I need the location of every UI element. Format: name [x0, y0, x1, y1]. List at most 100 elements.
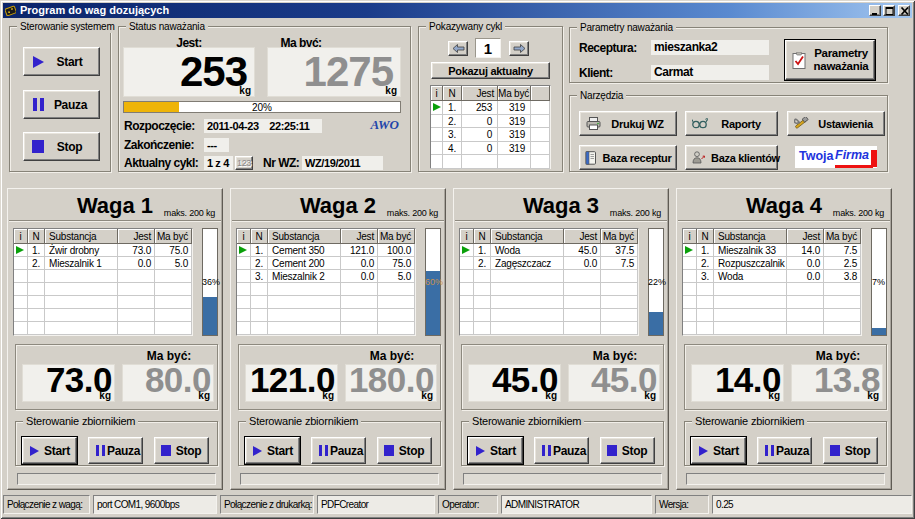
- cycle-col-n[interactable]: N: [443, 86, 462, 101]
- cell-n: [251, 283, 268, 296]
- system-pause-button[interactable]: Pauza: [23, 90, 100, 119]
- col-mabyc[interactable]: Ma być: [155, 229, 192, 244]
- minimize-button[interactable]: [869, 5, 881, 16]
- substances-table[interactable]: i N Substancja Jest Ma być 1. Cement 350…: [236, 228, 416, 336]
- col-n[interactable]: N: [251, 229, 268, 244]
- table-row[interactable]: [14, 309, 192, 322]
- tank-stop-button[interactable]: Stop: [377, 437, 432, 464]
- cycle-col-i[interactable]: i: [431, 86, 443, 101]
- close-button[interactable]: [898, 5, 910, 16]
- table-row[interactable]: 2. Cement 200 0.0 75.0: [237, 257, 415, 270]
- tank-start-button[interactable]: Start: [468, 437, 523, 464]
- col-mabyc[interactable]: Ma być: [601, 229, 638, 244]
- table-row[interactable]: 3. Mieszalnik 2 0.0 5.0: [237, 270, 415, 283]
- cycle-prev-button[interactable]: [448, 41, 468, 56]
- cycle-col-jest[interactable]: Jest: [462, 86, 498, 101]
- table-row[interactable]: [460, 322, 638, 335]
- col-i[interactable]: i: [460, 229, 474, 244]
- table-row[interactable]: [237, 283, 415, 296]
- cell-jest: [564, 322, 601, 335]
- reports-button[interactable]: Raporty: [685, 111, 778, 136]
- substances-table[interactable]: i N Substancja Jest Ma być 1. Mieszalnik…: [682, 228, 862, 336]
- table-row[interactable]: 2. Rozpuszczalnik 0.0 2.5: [683, 257, 861, 270]
- tank-pause-button[interactable]: Pauza: [534, 437, 589, 464]
- tank-pause-button[interactable]: Pauza: [757, 437, 812, 464]
- cell-n: [474, 322, 491, 335]
- col-substancja[interactable]: Substancja: [714, 229, 787, 244]
- table-row[interactable]: [460, 309, 638, 322]
- table-row[interactable]: 2. Zagęszczacz 0.0 7.5: [460, 257, 638, 270]
- table-row[interactable]: [14, 296, 192, 309]
- tank-start-button[interactable]: Start: [22, 437, 77, 464]
- table-row[interactable]: [460, 270, 638, 283]
- waga-mabyc-unit: kg: [421, 390, 433, 401]
- system-start-button[interactable]: Start: [23, 47, 100, 76]
- col-n[interactable]: N: [474, 229, 491, 244]
- show-current-button[interactable]: Pokazuj aktualny: [431, 62, 550, 79]
- recipes-db-button[interactable]: Baza receptur: [579, 145, 677, 170]
- clients-db-button[interactable]: Baza klientów: [685, 145, 778, 170]
- substances-table[interactable]: i N Substancja Jest Ma być 1. Woda 45.0 …: [459, 228, 639, 336]
- col-jest[interactable]: Jest: [118, 229, 155, 244]
- table-row[interactable]: [14, 283, 192, 296]
- tank-start-button[interactable]: Start: [691, 437, 746, 464]
- maximize-button[interactable]: [883, 5, 895, 16]
- table-row[interactable]: 3. Woda 0.0 3.8: [683, 270, 861, 283]
- cell-mabyc: [155, 309, 192, 322]
- tank-start-button[interactable]: Start: [245, 437, 300, 464]
- col-jest[interactable]: Jest: [564, 229, 601, 244]
- cycle-col-extra[interactable]: [531, 86, 550, 101]
- table-row[interactable]: [683, 322, 861, 335]
- col-substancja[interactable]: Substancja: [268, 229, 341, 244]
- table-row[interactable]: 1. Cement 350 121.0 100.0: [237, 244, 415, 257]
- substances-table[interactable]: i N Substancja Jest Ma być 1. Żwir drobn…: [13, 228, 193, 336]
- cycle-table[interactable]: i N Jest Ma być 1. 253 319 2. 0 319 3. 0…: [430, 85, 551, 169]
- cycle-col-mabyc[interactable]: Ma być: [498, 86, 531, 101]
- table-row[interactable]: 1. Woda 45.0 37.5: [460, 244, 638, 257]
- cycle-next-button[interactable]: [509, 41, 529, 56]
- col-n[interactable]: N: [697, 229, 714, 244]
- table-row[interactable]: 3. 0 319: [431, 128, 550, 142]
- table-row[interactable]: [460, 296, 638, 309]
- col-substancja[interactable]: Substancja: [491, 229, 564, 244]
- waga-jest-display: 45.0 kg: [468, 364, 561, 402]
- table-row[interactable]: 1. 253 319: [431, 101, 550, 115]
- table-row[interactable]: [431, 155, 550, 169]
- table-row[interactable]: 4. 0 319: [431, 142, 550, 156]
- col-mabyc[interactable]: Ma być: [378, 229, 415, 244]
- table-row[interactable]: [460, 283, 638, 296]
- col-substancja[interactable]: Substancja: [45, 229, 118, 244]
- system-stop-button[interactable]: Stop: [23, 132, 100, 161]
- tank-pause-button[interactable]: Pauza: [311, 437, 366, 464]
- tank-stop-button[interactable]: Stop: [823, 437, 878, 464]
- col-i[interactable]: i: [237, 229, 251, 244]
- substances-table-body: 1. Mieszalnik 33 14.0 7.5 2. Rozpuszczal…: [683, 244, 861, 335]
- table-row[interactable]: [237, 296, 415, 309]
- cycle-123-button[interactable]: 123: [235, 156, 253, 170]
- table-row[interactable]: [683, 283, 861, 296]
- col-mabyc[interactable]: Ma być: [824, 229, 861, 244]
- table-row[interactable]: [237, 322, 415, 335]
- print-wz-button[interactable]: Drukuj WZ: [579, 111, 677, 136]
- table-row[interactable]: 2. 0 319: [431, 115, 550, 129]
- table-row[interactable]: [683, 296, 861, 309]
- tank-stop-button[interactable]: Stop: [154, 437, 209, 464]
- tank-stop-button[interactable]: Stop: [600, 437, 655, 464]
- table-row[interactable]: [14, 270, 192, 283]
- col-i[interactable]: i: [14, 229, 28, 244]
- settings-button[interactable]: Ustawienia: [787, 111, 885, 136]
- table-row[interactable]: [14, 322, 192, 335]
- col-i[interactable]: i: [683, 229, 697, 244]
- table-row[interactable]: [683, 309, 861, 322]
- col-jest[interactable]: Jest: [341, 229, 378, 244]
- col-n[interactable]: N: [28, 229, 45, 244]
- weighing-params-button[interactable]: Parametrynaważania: [785, 40, 875, 80]
- print-wz-label: Drukuj WZ: [607, 118, 676, 130]
- table-row[interactable]: 2. Mieszalnik 1 0.0 5.0: [14, 257, 192, 270]
- table-row[interactable]: 1. Żwir drobny 73.0 75.0: [14, 244, 192, 257]
- title-bar[interactable]: Program do wag dozujących: [3, 3, 912, 18]
- table-row[interactable]: [237, 309, 415, 322]
- tank-pause-button[interactable]: Pauza: [88, 437, 143, 464]
- table-row[interactable]: 1. Mieszalnik 33 14.0 7.5: [683, 244, 861, 257]
- col-jest[interactable]: Jest: [787, 229, 824, 244]
